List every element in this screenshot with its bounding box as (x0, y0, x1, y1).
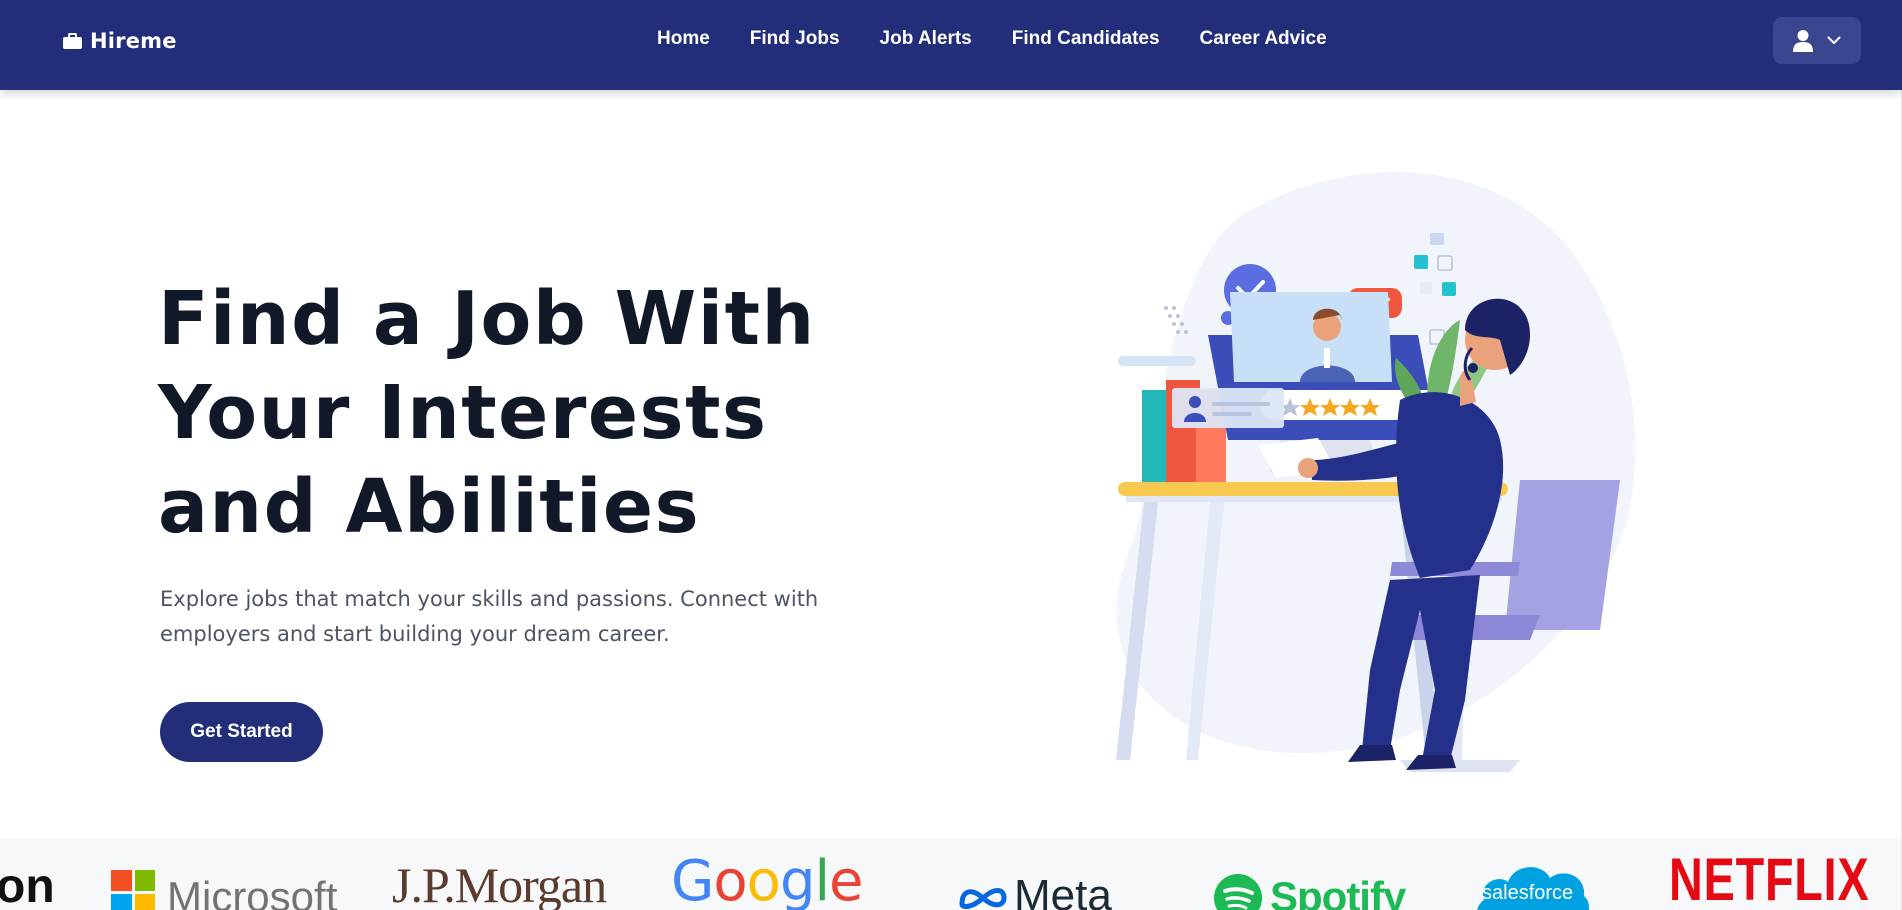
nav-link-find-jobs[interactable]: Find Jobs (750, 28, 840, 50)
nav-link-job-alerts[interactable]: Job Alerts (880, 28, 972, 50)
google-letter: o (713, 849, 747, 910)
nav-link-career-advice[interactable]: Career Advice (1200, 28, 1327, 50)
google-letter: l (814, 849, 830, 910)
hero-illustration (1116, 172, 1636, 772)
microsoft-wordmark: Microsoft (167, 873, 338, 910)
microsoft-logo: Microsoft (111, 838, 337, 910)
top-navbar: Hireme Home Find Jobs Job Alerts Find Ca… (0, 0, 1902, 90)
spotify-icon (1214, 874, 1262, 910)
briefcase-icon (63, 33, 82, 49)
meta-logo: Meta (958, 838, 1112, 910)
google-letter: g (779, 849, 816, 910)
company-logo-strip: on Microsoft J.P.Morgan Google Meta Spot… (0, 838, 1902, 910)
hero-subtitle: Explore jobs that match your skills and … (160, 587, 819, 646)
hero-title-line: Your Interests (158, 370, 768, 456)
hero-title-line: and Abilities (158, 464, 701, 550)
spotify-logo: Spotify (1214, 838, 1406, 910)
google-letter: G (671, 849, 714, 910)
user-menu-button[interactable] (1773, 17, 1861, 64)
main-nav: Home Find Jobs Job Alerts Find Candidate… (657, 28, 1327, 50)
jpmorgan-logo: J.P.Morgan (392, 857, 607, 910)
google-letter: o (746, 849, 781, 910)
meta-infinity-icon (959, 888, 1007, 909)
google-logo: Google (671, 838, 864, 910)
amazon-logo: on (0, 860, 55, 910)
hero-title: Find a Job With Your Interests and Abili… (158, 272, 918, 554)
nav-link-find-candidates[interactable]: Find Candidates (1012, 28, 1160, 50)
brand-name: Hireme (90, 29, 177, 53)
nav-link-home[interactable]: Home (657, 28, 710, 50)
spotify-wordmark: Spotify (1270, 873, 1406, 910)
hero-title-line: Find a Job With (158, 276, 816, 362)
brand-logo[interactable]: Hireme (63, 26, 177, 56)
user-icon (1793, 29, 1813, 52)
meta-wordmark: Meta (1014, 871, 1112, 910)
netflix-logo: NETFLIX (1669, 846, 1870, 910)
chevron-down-icon (1827, 36, 1841, 44)
microsoft-grid-icon (111, 870, 155, 910)
google-letter: e (829, 849, 863, 910)
salesforce-wordmark: salesforce (1482, 882, 1574, 904)
get-started-button[interactable]: Get Started (160, 702, 323, 762)
